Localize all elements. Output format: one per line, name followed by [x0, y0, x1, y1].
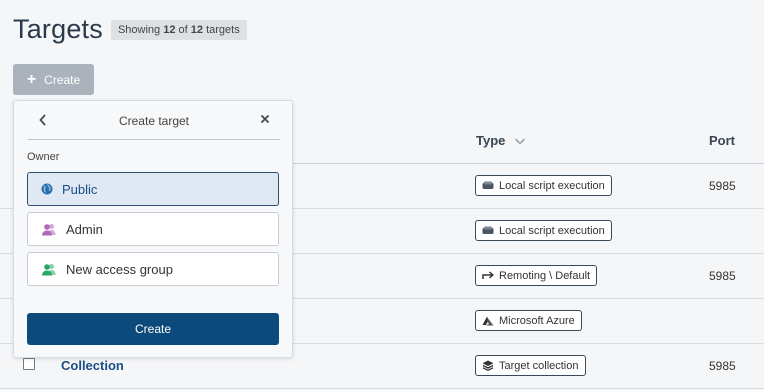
drive-icon — [482, 226, 494, 234]
owner-option-new-access-group[interactable]: New access group — [27, 252, 279, 286]
layers-icon — [482, 360, 494, 371]
column-header-type[interactable]: Type — [476, 133, 526, 148]
drive-icon — [482, 181, 494, 189]
page-header: Targets Showing 12 of 12 targets — [13, 14, 247, 45]
azure-icon — [482, 316, 494, 325]
count-badge: Showing 12 of 12 targets — [110, 19, 247, 40]
page-title: Targets — [13, 14, 103, 44]
create-target-panel: Create target Owner Public Admin New acc… — [13, 100, 293, 358]
column-header-port[interactable]: Port — [709, 133, 735, 148]
type-tag: Target collection — [475, 355, 586, 376]
owner-option-public[interactable]: Public — [27, 172, 279, 206]
owner-label: Owner — [27, 151, 60, 163]
globe-icon — [41, 183, 53, 195]
create-button[interactable]: + Create — [13, 64, 94, 95]
type-tag: Local script execution — [475, 220, 612, 241]
port-value: 5985 — [709, 179, 736, 193]
chevron-down-icon — [515, 137, 526, 145]
panel-create-button[interactable]: Create — [27, 313, 279, 345]
type-tag: Microsoft Azure — [475, 310, 582, 331]
users-icon — [42, 263, 56, 275]
type-tag: Remoting \ Default — [475, 265, 598, 286]
port-value: 5985 — [709, 359, 736, 373]
panel-title: Create target — [118, 114, 190, 128]
row-checkbox[interactable] — [23, 358, 35, 370]
owner-option-admin[interactable]: Admin — [27, 212, 279, 246]
arrow-right-icon — [482, 271, 494, 279]
users-icon — [42, 223, 56, 235]
target-name-link[interactable]: Collection — [61, 358, 124, 373]
panel-header: Create target — [28, 101, 280, 140]
type-tag: Local script execution — [475, 175, 612, 196]
close-icon[interactable] — [260, 114, 270, 124]
port-value: 5985 — [709, 269, 736, 283]
plus-icon: + — [26, 70, 37, 88]
